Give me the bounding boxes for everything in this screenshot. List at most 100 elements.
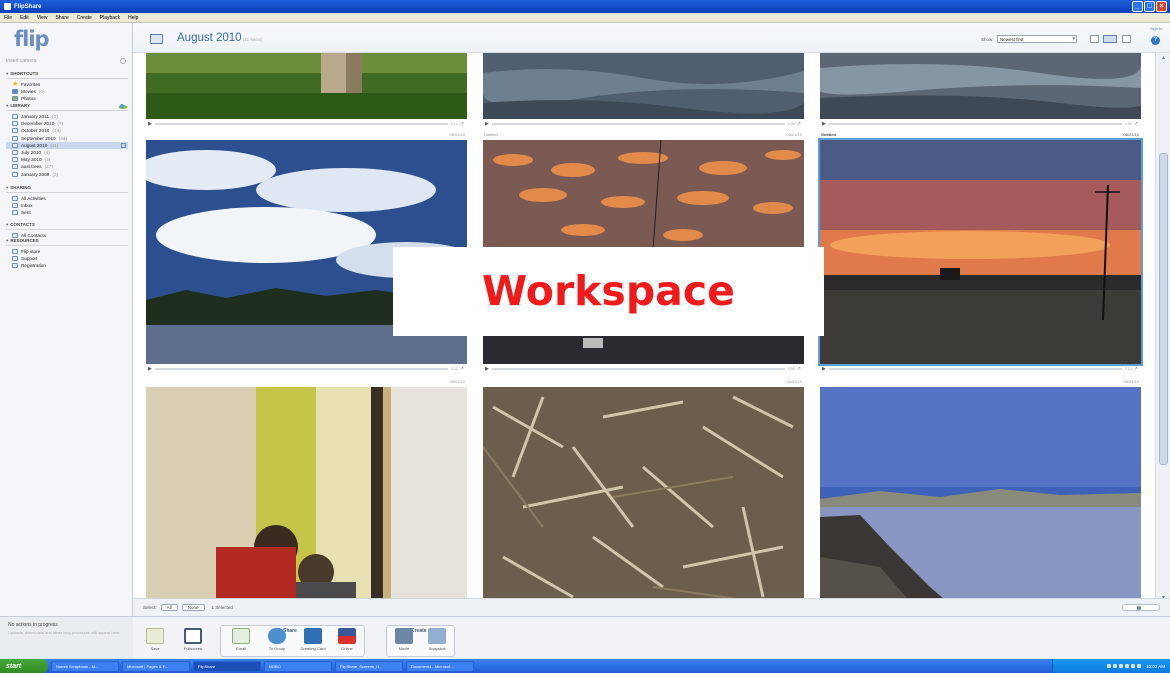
fullscreen-button[interactable]: Fullscreen [179,628,207,651]
sidebar-item-all-activities[interactable]: All Activities [6,195,128,202]
collapse-triangle-icon[interactable]: ▾ [6,71,8,76]
movie-button[interactable]: Movie [392,628,416,651]
menu-edit[interactable]: Edit [20,15,29,21]
share-icon[interactable]: ↗ [460,121,464,127]
thumbnail-bay[interactable] [820,387,1141,605]
video-scrubber[interactable]: ▶ 0:11 ↗ [146,365,467,372]
close-button[interactable]: × [1156,1,1167,12]
tile-date: 08/21/10 [449,132,465,137]
select-all-button[interactable]: All [160,604,178,611]
contacts-section: ▾ CONTACTS All Contacts [6,222,128,239]
play-icon[interactable]: ▶ [485,121,489,127]
play-icon[interactable]: ▶ [148,366,152,372]
play-icon[interactable]: ▶ [822,121,826,127]
maximize-button[interactable]: □ [1144,1,1155,12]
sidebar-item-january-2009[interactable]: January 2009 (3) [6,171,128,178]
tray-icon[interactable] [1124,664,1129,668]
play-icon[interactable]: ▶ [822,366,826,372]
clock: 10:02 AM [1145,663,1165,669]
save-button[interactable]: Save [143,628,167,651]
tray-icon[interactable] [1118,664,1123,668]
folder-icon [12,128,18,134]
video-scrubber[interactable]: ▶ 0:08 ↗ [483,365,804,372]
sidebar-item-flip-store[interactable]: Flip store [6,248,128,255]
sidebar-item-december-2010[interactable]: December 2010 (7) [6,120,128,127]
thumbnail-driftwood[interactable] [483,387,804,605]
taskbar-item-flipshare[interactable]: FlipShare [193,660,261,672]
help-icon[interactable]: ? [1151,36,1160,45]
sort-select[interactable]: Newest first ▾ [997,35,1077,43]
collapse-triangle-icon[interactable]: ▾ [6,103,8,108]
share-icon[interactable]: ↗ [1134,121,1138,127]
email-button[interactable]: Email [229,628,253,651]
thumbnail-water[interactable] [483,53,804,119]
video-scrubber[interactable]: ▶ 0:14 ↗ [146,120,467,127]
tray-icon[interactable] [1106,664,1111,668]
video-scrubber[interactable]: ▶ 0:14 ↗ [820,365,1141,372]
scrollbar-thumb[interactable] [1159,153,1168,465]
minimize-button[interactable]: _ [1132,1,1143,12]
share-icon[interactable]: ↗ [797,366,801,372]
taskbar-item[interactable]: Document1 - Microsof... [406,660,474,672]
zoom-knob[interactable] [1137,606,1141,610]
share-icon[interactable]: ↗ [460,366,464,372]
select-none-button[interactable]: None [181,604,205,611]
video-scrubber[interactable]: ▶ 0:09 ↗ [820,120,1141,127]
sidebar-item-movies[interactable]: Movies (0) [6,88,128,95]
greeting-card-button[interactable]: Greeting Card [300,628,326,651]
play-icon[interactable]: ▶ [485,366,489,372]
snapshot-button[interactable]: Snapshot [424,628,450,651]
sidebar-item-favorites[interactable]: ★ Favorites [6,81,128,88]
expand-icon[interactable] [121,142,126,148]
share-icon[interactable]: ↗ [1134,366,1138,372]
share-icon[interactable]: ↗ [797,121,801,127]
sidebar-item-photos[interactable]: Photos [6,95,128,102]
menu-help[interactable]: Help [128,15,138,21]
collapse-triangle-icon[interactable]: ▾ [6,185,8,190]
sync-cloud-icon[interactable] [118,103,128,109]
thumbnail-grass[interactable] [146,53,467,119]
sidebar-item-sent[interactable]: Sent [6,209,128,216]
single-view-icon[interactable] [1122,35,1131,43]
tray-icon[interactable] [1130,664,1135,668]
taskbar-item[interactable]: NOBO [264,660,332,672]
sidebar-item-registration[interactable]: Registration [6,262,128,269]
camera-help-icon[interactable] [120,58,126,64]
taskbar-item[interactable]: FlipShare_Screens_H... [335,660,403,672]
to-group-button[interactable]: To Group [264,628,290,651]
scroll-up-icon[interactable]: ▲ [1159,55,1168,63]
sidebar-item-support[interactable]: Support [6,255,128,262]
sidebar-item-october-2010[interactable]: October 2010 (14) [6,127,128,134]
thumbnail-kids-door[interactable] [146,387,467,605]
menu-view[interactable]: View [37,15,48,21]
zoom-slider[interactable] [1122,604,1160,611]
menu-playback[interactable]: Playback [100,15,120,21]
sidebar-item-aust-trees[interactable]: aust trees (27) [6,163,128,170]
shortcuts-title: SHORTCUTS [10,71,39,76]
collapse-triangle-icon[interactable]: ▾ [6,238,8,243]
taskbar-item[interactable]: Microsoft | Pages & F... [122,660,190,672]
list-view-icon[interactable] [1090,35,1099,43]
taskbar-item[interactable]: Norrell Scrapbook - M... [51,660,119,672]
menu-share[interactable]: Share [55,15,68,21]
sidebar-item-may-2010[interactable]: May 2010 (3) [6,156,128,163]
sidebar-item-january-2011[interactable]: January 2011 (0) [6,113,128,120]
tray-icon[interactable] [1112,664,1117,668]
online-button[interactable]: Online [335,628,359,651]
grid-view-icon[interactable] [1103,35,1117,43]
sidebar-item-inbox[interactable]: Inbox [6,202,128,209]
tray-icon[interactable] [1136,664,1141,668]
sidebar-item-july-2010[interactable]: July 2010 (6) [6,149,128,156]
play-icon[interactable]: ▶ [148,121,152,127]
video-scrubber[interactable]: ▶ 0:06 ↗ [483,120,804,127]
sidebar-item-september-2010[interactable]: September 2010 (44) [6,135,128,142]
thumbnail-sunset-field[interactable] [818,138,1143,366]
sign-in-link[interactable]: Sign In [1150,26,1162,31]
collapse-triangle-icon[interactable]: ▾ [6,222,8,227]
menu-create[interactable]: Create [77,15,92,21]
vertical-scrollbar[interactable]: ▲ ▼ [1155,53,1170,605]
start-button[interactable]: start [0,659,48,673]
thumbnail-water-2[interactable] [820,53,1141,119]
sidebar-item-august-2010[interactable]: August 2010 (11) [6,141,128,149]
menu-file[interactable]: File [4,15,12,21]
